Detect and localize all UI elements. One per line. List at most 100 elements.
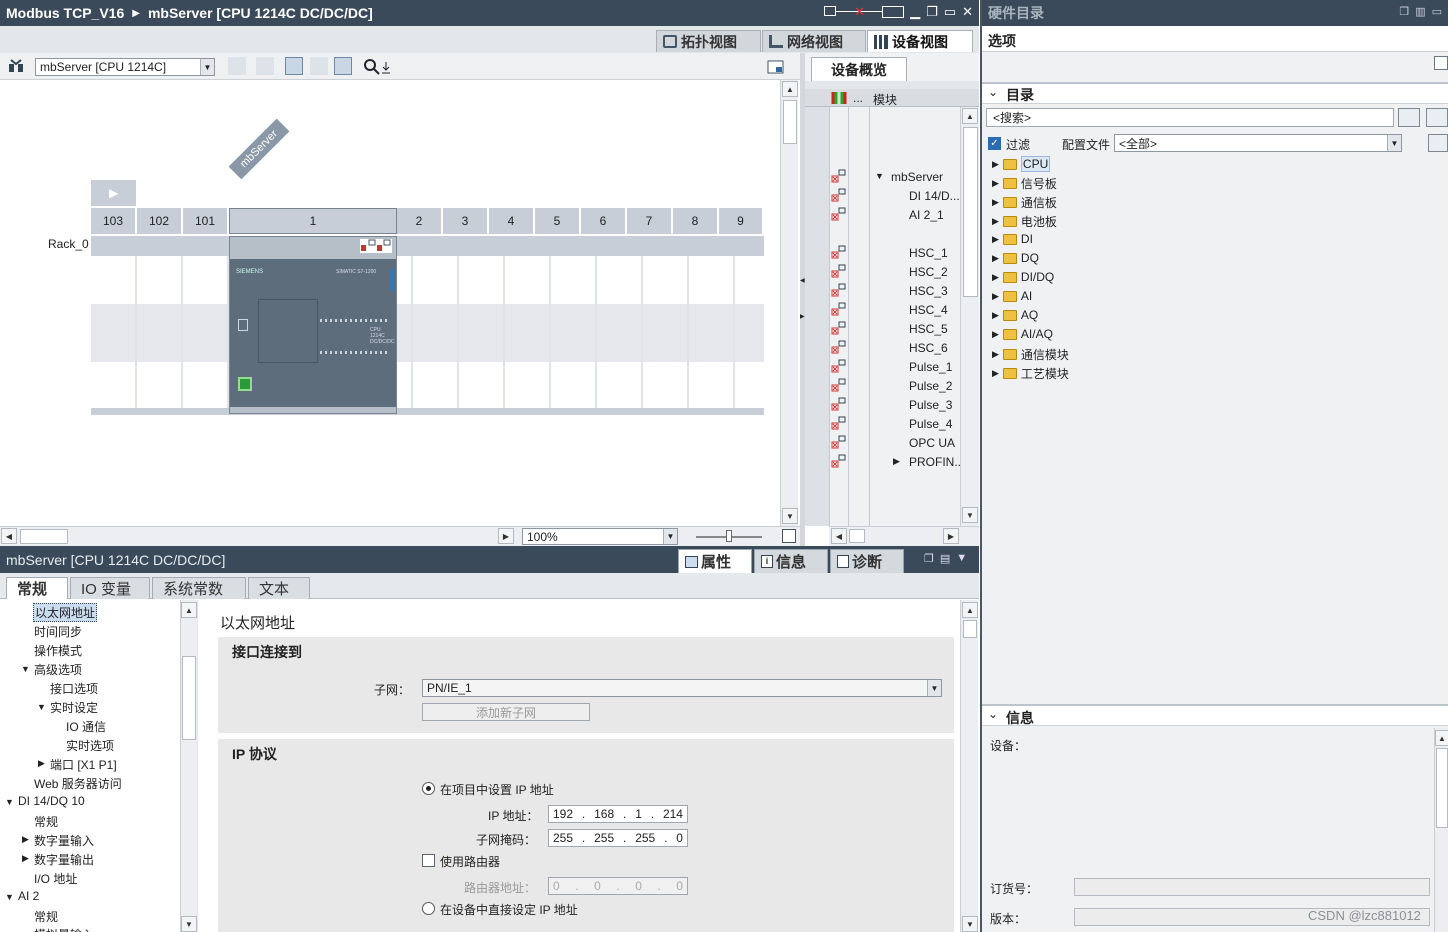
move-icon[interactable] [285,57,303,75]
profile-select[interactable]: <全部> ▼ [1114,134,1402,152]
catalog-item[interactable]: ▶ DI [992,232,1033,246]
network-overview-icon[interactable] [6,57,24,75]
nav-digital-inputs[interactable]: 数字量输入 [34,832,94,849]
collapse-icon[interactable]: ⌄ [988,707,998,721]
scroll-up-icon[interactable]: ▲ [962,108,978,124]
scroll-thumb[interactable] [182,656,196,740]
zoom-icon[interactable] [362,57,380,75]
tab-topology-view[interactable]: 拓扑视图 [656,30,761,52]
filter-checkbox[interactable]: ✓ [988,136,1001,151]
collapse-arrow-icon[interactable]: ▶ [893,456,900,467]
expand-icon[interactable]: ▼ [5,797,14,807]
tab-properties[interactable]: 属性 [678,549,752,573]
expand-icon[interactable]: ▼ [5,892,14,902]
catalog-item[interactable]: ▶ AI/AQ [992,327,1053,341]
router-address-field[interactable]: 0. 0. 0. 0 [548,877,688,895]
restore-icon[interactable]: ❐ [1399,5,1409,18]
catalog-search-input[interactable]: <搜索> [986,108,1394,127]
collapse-arrow-icon[interactable]: ▶ [992,197,999,208]
catalog-item[interactable]: ▶ 信号板 [992,175,1057,192]
scroll-right-icon[interactable]: ▶ [498,528,514,544]
collapse-icon[interactable]: ⌄ [988,85,998,99]
scroll-left-icon[interactable]: ◀ [831,528,847,544]
page-break-icon[interactable] [334,57,352,75]
slot-5[interactable]: 5 [535,208,581,234]
catalog-item[interactable]: ▶ AQ [992,308,1038,322]
info-vscroll[interactable]: ▲ [1434,728,1448,932]
catalog-item[interactable]: ▶ DQ [992,251,1039,265]
close-icon[interactable]: ✕ [962,4,973,20]
expand-rack-button[interactable]: ▶ [91,180,136,206]
collapse-arrow-icon[interactable]: ▶ [38,758,45,769]
overview-row[interactable]: DI 14/D... [805,186,960,205]
collapse-arrow-icon[interactable]: ▶ [992,159,999,170]
tab-info[interactable]: i 信息 [754,549,828,573]
device-name-tag[interactable]: mbServer [228,118,290,180]
cpu-module[interactable]: SIEMENS SIMATIC S7-1200 CPU 1214C DC/DC/… [229,236,397,414]
slot-8[interactable]: 8 [673,208,719,234]
nav-ai-general[interactable]: 常规 [34,908,58,925]
slot-1[interactable]: 1 [229,208,397,234]
zoom-slider[interactable] [696,530,762,542]
set-ip-on-device-radio[interactable] [422,901,435,916]
float-icon[interactable]: ▭ [944,4,956,20]
nav-realtime-settings[interactable]: 实时设定 [50,699,98,716]
overview-row[interactable]: Pulse_2 [805,376,960,395]
collapse-arrow-icon[interactable]: ▶ [992,310,999,321]
zoom-select[interactable]: 100% ▼ [522,528,678,545]
nav-ethernet-address[interactable]: 以太网地址 [33,603,98,622]
overview-row[interactable]: AI 2_1 [805,205,960,224]
device-select[interactable]: mbServer [CPU 1214C] ▼ [35,58,215,76]
tab-io-tags[interactable]: IO 变量 [70,577,150,599]
slot-4[interactable]: 4 [489,208,535,234]
content-vscroll[interactable]: ▲ ▼ [960,600,978,932]
catalog-item[interactable]: ▶ DI/DQ [992,270,1054,284]
scroll-up-icon[interactable]: ▲ [962,602,978,618]
subnet-select[interactable]: PN/IE_1 ▼ [422,679,942,697]
scroll-thumb[interactable] [783,100,797,144]
add-subnet-button[interactable]: 添加新子网 [422,703,590,721]
search-up-icon[interactable] [1426,108,1448,127]
expand-icon[interactable]: ▼ [875,171,884,181]
nav-port[interactable]: 端口 [X1 P1] [50,756,117,773]
catalog-dir-header[interactable]: ⌄ 目录 [982,82,1448,104]
tab-general[interactable]: 常规 [6,577,68,599]
tab-diagnostics[interactable]: 诊断 [830,549,904,573]
zoom-slider-handle[interactable] [726,530,732,542]
scroll-thumb[interactable] [1436,748,1448,828]
options-header[interactable]: 选项 [982,26,1448,52]
minimize-icon[interactable]: ▁ [910,4,920,20]
order-number-field[interactable] [1074,878,1430,896]
collapse-arrow-icon[interactable]: ▶ [992,234,999,245]
catalog-item[interactable]: ▶ CPU [992,156,1051,172]
scroll-right-icon[interactable]: ▶ [943,528,959,544]
collapse-arrow-icon[interactable]: ▶ [992,329,999,340]
collapse-icon[interactable]: ▼ [956,552,967,565]
collapse-right-icon[interactable]: ▶ [800,313,805,320]
overview-row[interactable]: ▶ PROFIN... [805,452,961,471]
float-icon[interactable]: ▤ [940,552,950,565]
grid-icon[interactable] [310,57,328,75]
menu-icon[interactable]: ▭ [1432,5,1442,18]
collapse-arrow-icon[interactable]: ▶ [992,349,999,360]
search-down-icon[interactable] [1398,108,1420,127]
nav-operating-mode[interactable]: 操作模式 [34,642,82,659]
overview-vscroll[interactable]: ▲ ▼ [960,107,979,526]
scroll-up-icon[interactable]: ▲ [181,602,197,618]
nav-realtime-options[interactable]: 实时选项 [66,737,114,754]
scroll-down-icon[interactable]: ▼ [782,508,798,524]
expand-icon[interactable]: ▼ [37,702,46,712]
restore-icon[interactable]: ❐ [924,552,934,565]
overview-row[interactable]: HSC_2 [805,262,960,281]
nav-ai2[interactable]: AI 2 [18,889,39,903]
scroll-down-icon[interactable]: ▼ [962,507,978,523]
ip-address-field[interactable]: 192. 168. 1. 214 [548,805,688,823]
catalog-item[interactable]: ▶ 电池板 [992,213,1057,230]
slot-9[interactable]: 9 [719,208,764,234]
nav-advanced-options[interactable]: 高级选项 [34,661,82,678]
collapse-arrow-icon[interactable]: ▶ [992,272,999,283]
options-toggle-icon[interactable] [1434,56,1448,70]
slot-6[interactable]: 6 [581,208,627,234]
expand-icon[interactable]: ▼ [21,664,30,674]
nav-web-server[interactable]: Web 服务器访问 [34,775,122,792]
